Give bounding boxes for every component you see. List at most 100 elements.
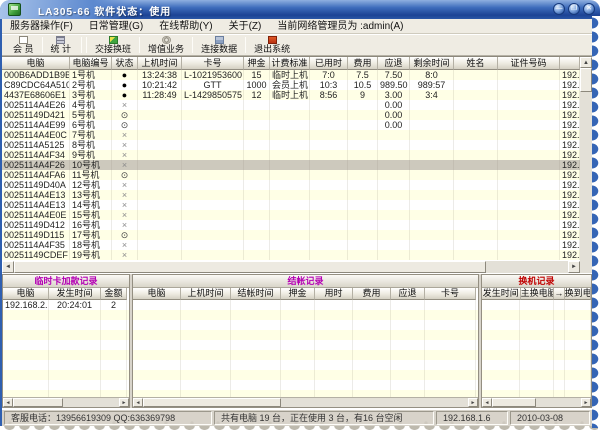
column-header[interactable]: 费用 (348, 57, 378, 70)
panel-row[interactable] (3, 320, 129, 330)
column-header[interactable]: 电脑编号 (70, 57, 112, 70)
column-header[interactable]: 发生时间 (49, 288, 101, 300)
vertical-scrollbar[interactable]: ▲ (580, 57, 592, 261)
table-row[interactable]: 4437E68606E13号机●11:28:49L-142985057512临时… (2, 90, 580, 100)
column-header[interactable]: 证件号码 (498, 57, 560, 70)
scroll-right-button[interactable]: ► (468, 398, 478, 407)
panel-row[interactable] (482, 380, 591, 390)
horizontal-scroll-thumb[interactable] (14, 261, 486, 273)
minimize-button[interactable]: — (553, 3, 565, 15)
panel-row[interactable] (482, 320, 591, 330)
table-row[interactable]: 00251149D4215号机⊙0.00192. (2, 110, 580, 120)
panel-scroll-thumb[interactable] (492, 398, 536, 407)
panel-row[interactable] (3, 350, 129, 360)
scroll-right-button[interactable]: ► (568, 261, 580, 273)
table-row[interactable]: 00251149D11517号机⊙192. (2, 230, 580, 240)
column-header[interactable]: 上机时间 (181, 288, 231, 300)
table-row[interactable]: 000B6ADD1B9B1号机●13:24:38L-102195360015临时… (2, 70, 580, 80)
column-header[interactable]: 状态 (112, 57, 138, 70)
panel-row[interactable] (133, 360, 478, 370)
table-row[interactable]: 0025114A4E264号机×0.00192. (2, 100, 580, 110)
table-row[interactable]: 00251149D41216号机×192. (2, 220, 580, 230)
scroll-right-button[interactable]: ► (119, 398, 129, 407)
exit-system-button[interactable]: 退出系统 (247, 35, 297, 55)
panel-row[interactable] (133, 350, 478, 360)
panel-row[interactable] (482, 370, 591, 380)
table-row[interactable]: 0025114A4F3518号机×192. (2, 240, 580, 250)
panel-row[interactable] (3, 380, 129, 390)
panel-row[interactable] (133, 370, 478, 380)
table-row[interactable]: 0025114A4F2610号机×192. (2, 160, 580, 170)
scroll-left-button[interactable]: ◄ (133, 398, 143, 407)
column-header[interactable] (560, 57, 580, 70)
table-row[interactable]: 0025114A4FA611号机⊙192. (2, 170, 580, 180)
column-header[interactable]: 发生时间 (482, 288, 521, 300)
column-header[interactable]: 姓名 (454, 57, 498, 70)
panel-row[interactable] (3, 360, 129, 370)
title-bar[interactable]: LA305-66 软件状态：使用 — ❐ ✕ (0, 0, 600, 19)
column-header[interactable]: 押金 (281, 288, 315, 300)
column-header[interactable]: 主换电脑 (521, 288, 554, 300)
panel-row[interactable] (133, 330, 478, 340)
scroll-left-button[interactable]: ◄ (3, 398, 13, 407)
column-header[interactable]: 用时 (315, 288, 353, 300)
table-row[interactable]: 00251149D40A12号机×192. (2, 180, 580, 190)
panel-row[interactable] (482, 330, 591, 340)
table-row[interactable]: 0025114A4F349号机×192. (2, 150, 580, 160)
panel-row[interactable] (133, 320, 478, 330)
panel-row[interactable] (3, 370, 129, 380)
menu-server-operations[interactable]: 服务器操作(F) (10, 19, 73, 33)
statistics-button[interactable]: 统 计 (44, 35, 79, 55)
panel-row[interactable] (3, 390, 129, 397)
table-row[interactable]: 0025114A4E0C7号机×192. (2, 130, 580, 140)
scroll-up-button[interactable]: ▲ (580, 57, 592, 68)
panel-row[interactable] (3, 310, 129, 320)
table-row[interactable]: 0025114A4E0E15号机×192. (2, 210, 580, 220)
column-header[interactable]: 电脑 (2, 57, 70, 70)
column-header[interactable]: 换到电脑 (565, 288, 591, 300)
shift-handover-button[interactable]: 交接换班 (88, 35, 138, 55)
column-header[interactable]: 电脑 (3, 288, 49, 300)
column-header[interactable]: → (554, 288, 565, 300)
panel-row[interactable] (3, 340, 129, 350)
panel-scroll-thumb[interactable] (13, 398, 63, 407)
horizontal-scrollbar[interactable]: ◄ ► (2, 261, 580, 273)
column-header[interactable]: 应退 (391, 288, 425, 300)
table-row[interactable]: 00251149CDEF19号机×192. (2, 250, 580, 260)
table-row[interactable]: 0025114A4E996号机⊙0.00192. (2, 120, 580, 130)
column-header[interactable]: 卡号 (182, 57, 244, 70)
menu-about[interactable]: 关于(Z) (229, 19, 262, 33)
column-header[interactable]: 上机时间 (138, 57, 182, 70)
panel-row[interactable] (133, 390, 478, 397)
connect-data-button[interactable]: 连接数据 (194, 35, 244, 55)
close-button[interactable]: ✕ (583, 3, 595, 15)
table-row[interactable]: 0025114A51258号机×192. (2, 140, 580, 150)
column-header[interactable]: 金额 (101, 288, 127, 300)
table-row[interactable]: 0025114A4E1314号机×192. (2, 200, 580, 210)
column-header[interactable]: 押金 (244, 57, 270, 70)
panel-row[interactable] (482, 390, 591, 397)
panel-row[interactable] (133, 300, 478, 310)
panel-row[interactable] (482, 340, 591, 350)
maximize-button[interactable]: ❐ (568, 3, 580, 15)
column-header[interactable]: 已用时 (310, 57, 348, 70)
panel-horizontal-scrollbar[interactable]: ◄ ► (133, 397, 478, 407)
scroll-right-button[interactable]: ► (581, 398, 591, 407)
table-row[interactable]: C89CDC64A5102号机●10:21:42GTT1000会员上机10:31… (2, 80, 580, 90)
scroll-left-button[interactable]: ◄ (482, 398, 492, 407)
panel-row[interactable] (482, 310, 591, 320)
panel-row[interactable] (482, 360, 591, 370)
panel-horizontal-scrollbar[interactable]: ◄ ► (3, 397, 129, 407)
column-header[interactable]: 费用 (353, 288, 391, 300)
panel-row[interactable] (133, 340, 478, 350)
panel-row[interactable] (482, 300, 591, 310)
panel-scroll-thumb[interactable] (143, 398, 281, 407)
panel-row[interactable] (133, 380, 478, 390)
menu-daily-management[interactable]: 日常管理(G) (89, 19, 143, 33)
column-header[interactable]: 应退 (378, 57, 410, 70)
vertical-scroll-thumb[interactable] (580, 68, 592, 92)
menu-online-help[interactable]: 在线帮助(Y) (159, 19, 212, 33)
panel-row[interactable] (3, 330, 129, 340)
column-header[interactable]: 计费标准 (270, 57, 310, 70)
panel-row[interactable] (133, 310, 478, 320)
